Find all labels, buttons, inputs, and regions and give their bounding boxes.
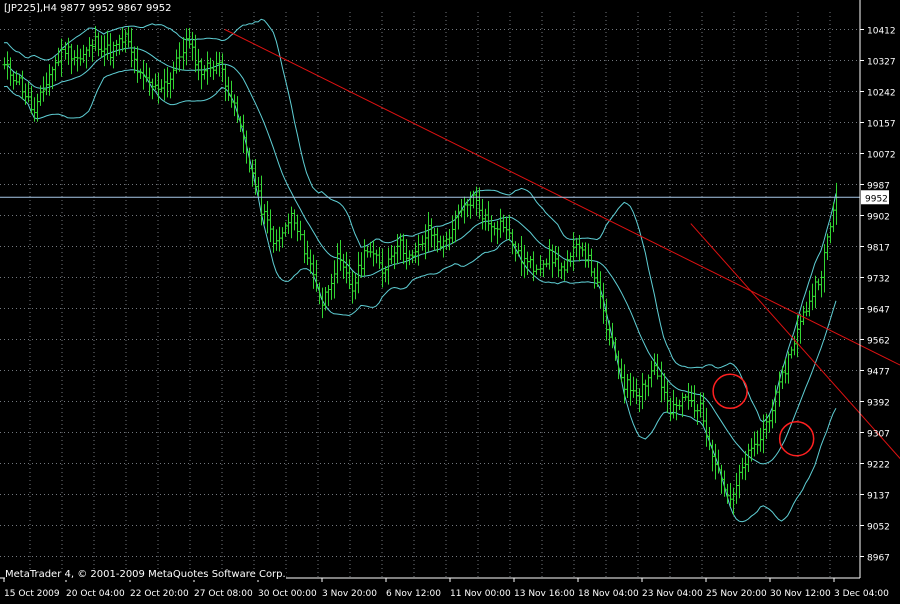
price-tick-label: 9137 [867,492,890,502]
time-tick-label: 23 Nov 04:00 [642,589,703,599]
price-tick-label: 10327 [867,58,896,68]
time-tick-label: 18 Nov 04:00 [578,589,639,599]
chart-header: [JP225],H4 9877 9952 9867 9952 [4,3,171,14]
time-tick-label: 30 Nov 12:00 [770,589,831,599]
price-tick-label: 10242 [867,89,896,99]
price-tick-label: 9392 [867,399,890,409]
price-tick-label: 9987 [867,182,890,192]
price-tick-label: 8967 [867,554,890,564]
time-tick-label: 27 Oct 08:00 [194,589,253,599]
time-tick-label: 20 Oct 04:00 [66,589,125,599]
time-tick-label: 25 Nov 20:00 [706,589,767,599]
price-tick-label: 9647 [867,306,890,316]
copyright-text: MetaTrader 4, © 2001-2009 MetaQuotes Sof… [5,569,286,580]
price-tick-label: 9477 [867,368,890,378]
time-tick-label: 30 Oct 00:00 [258,589,317,599]
price-chart[interactable]: 9952 10412 10327 10242 10157 10072 9987 9902 98… [0,0,900,600]
price-tick-label: 9222 [867,461,890,471]
symbol-label: [JP225],H4 [4,3,57,14]
price-tick-label: 9052 [867,523,890,533]
chart-canvas[interactable]: 9952 10412 10327 10242 10157 10072 9987 9902 98… [0,0,900,600]
price-tick-label: 10072 [867,151,896,161]
price-tick-label: 10412 [867,27,896,37]
time-tick-label: 6 Nov 12:00 [386,589,441,599]
time-tick-label: 13 Nov 16:00 [514,589,575,599]
price-tick-label: 9562 [867,337,890,347]
time-tick-label: 15 Oct 2009 [4,589,60,599]
price-tick-label: 9732 [867,275,890,285]
price-tick-label: 9902 [867,213,890,223]
price-tick-label: 9817 [867,244,890,254]
chart-background [0,0,900,600]
bid-price-label: 9952 [865,194,888,204]
time-tick-label: 11 Nov 00:00 [450,589,511,599]
ohlc-values: 9877 9952 9867 9952 [60,3,172,14]
time-tick-label: 22 Oct 20:00 [130,589,189,599]
time-tick-label: 3 Dec 04:00 [834,589,889,599]
price-tick-label: 10157 [867,120,896,130]
price-tick-label: 9307 [867,430,890,440]
time-tick-label: 3 Nov 20:00 [322,589,377,599]
